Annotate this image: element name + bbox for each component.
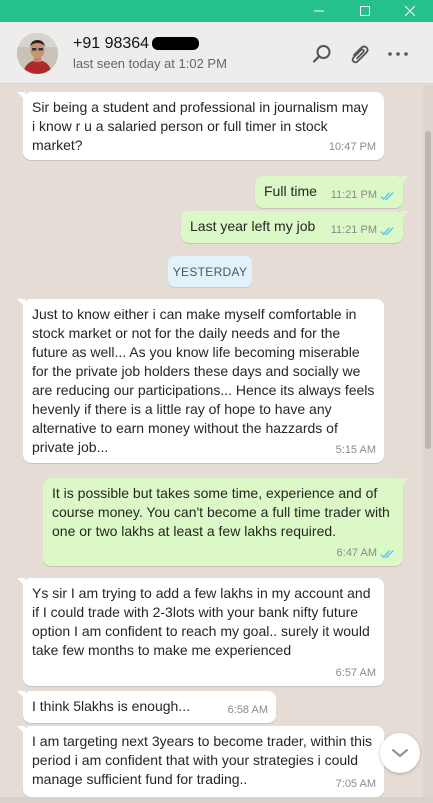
message-time: 6:57 AM <box>335 667 376 679</box>
message-time: 6:58 AM <box>227 704 268 716</box>
message-time: 10:47 PM <box>328 141 376 153</box>
close-button[interactable] <box>387 0 433 22</box>
minimize-button[interactable] <box>296 0 342 22</box>
search-button[interactable] <box>309 41 335 67</box>
date-divider: YESTERDAY <box>168 256 252 287</box>
message-text: Sir being a student and professional in … <box>32 99 369 153</box>
message-text: Just to know either i can make myself co… <box>32 306 375 455</box>
composer-edge <box>0 797 433 803</box>
maximize-icon <box>360 6 370 16</box>
scroll-to-bottom-button[interactable] <box>380 733 420 773</box>
read-ticks-icon <box>380 226 394 235</box>
message-incoming[interactable]: Just to know either i can make myself co… <box>17 299 384 463</box>
message-time: 11:21 PM <box>331 221 395 240</box>
chat-scrollbar[interactable] <box>423 85 433 797</box>
message-text: Ys sir I am trying to add a few lakhs in… <box>32 585 371 658</box>
message-text: It is possible but takes some time, expe… <box>52 485 390 539</box>
more-options-icon <box>388 52 408 56</box>
window-titlebar <box>0 0 433 22</box>
message-outgoing[interactable]: It is possible but takes some time, expe… <box>43 478 409 566</box>
avatar[interactable] <box>17 33 58 74</box>
contact-photo-icon <box>17 33 58 74</box>
message-outgoing[interactable]: Full time 11:21 PM <box>255 176 409 208</box>
last-seen-status: last seen today at 1:02 PM <box>73 56 227 71</box>
message-time: 6:47 AM <box>337 544 395 563</box>
message-incoming[interactable]: Sir being a student and professional in … <box>17 92 384 160</box>
more-options-button[interactable] <box>385 41 411 67</box>
message-time: 7:05 AM <box>335 778 376 790</box>
message-time: 5:15 AM <box>335 444 376 456</box>
read-ticks-icon <box>380 549 394 558</box>
message-outgoing[interactable]: Last year left my job 11:21 PM <box>181 211 409 243</box>
attach-button[interactable] <box>346 41 372 67</box>
chevron-down-icon <box>392 749 408 758</box>
message-incoming[interactable]: I am targeting next 3years to become tra… <box>17 726 384 797</box>
minimize-icon <box>314 10 324 12</box>
message-incoming[interactable]: Ys sir I am trying to add a few lakhs in… <box>17 578 384 686</box>
search-icon <box>312 45 331 63</box>
redacted-number-mark <box>152 37 199 50</box>
contact-name[interactable]: +91 98364 <box>73 35 149 53</box>
read-ticks-icon <box>380 191 394 200</box>
close-icon <box>405 6 415 16</box>
message-text: I am targeting next 3years to become tra… <box>32 733 373 787</box>
message-incoming[interactable]: I think 5lakhs is enough... 6:58 AM <box>17 691 276 723</box>
chat-header: +91 98364 last seen today at 1:02 PM <box>0 22 433 84</box>
message-time: 11:21 PM <box>331 186 395 205</box>
attachment-icon <box>351 45 369 64</box>
maximize-button[interactable] <box>342 0 388 22</box>
scrollbar-thumb[interactable] <box>425 131 431 449</box>
message-list[interactable]: Sir being a student and professional in … <box>0 85 433 797</box>
